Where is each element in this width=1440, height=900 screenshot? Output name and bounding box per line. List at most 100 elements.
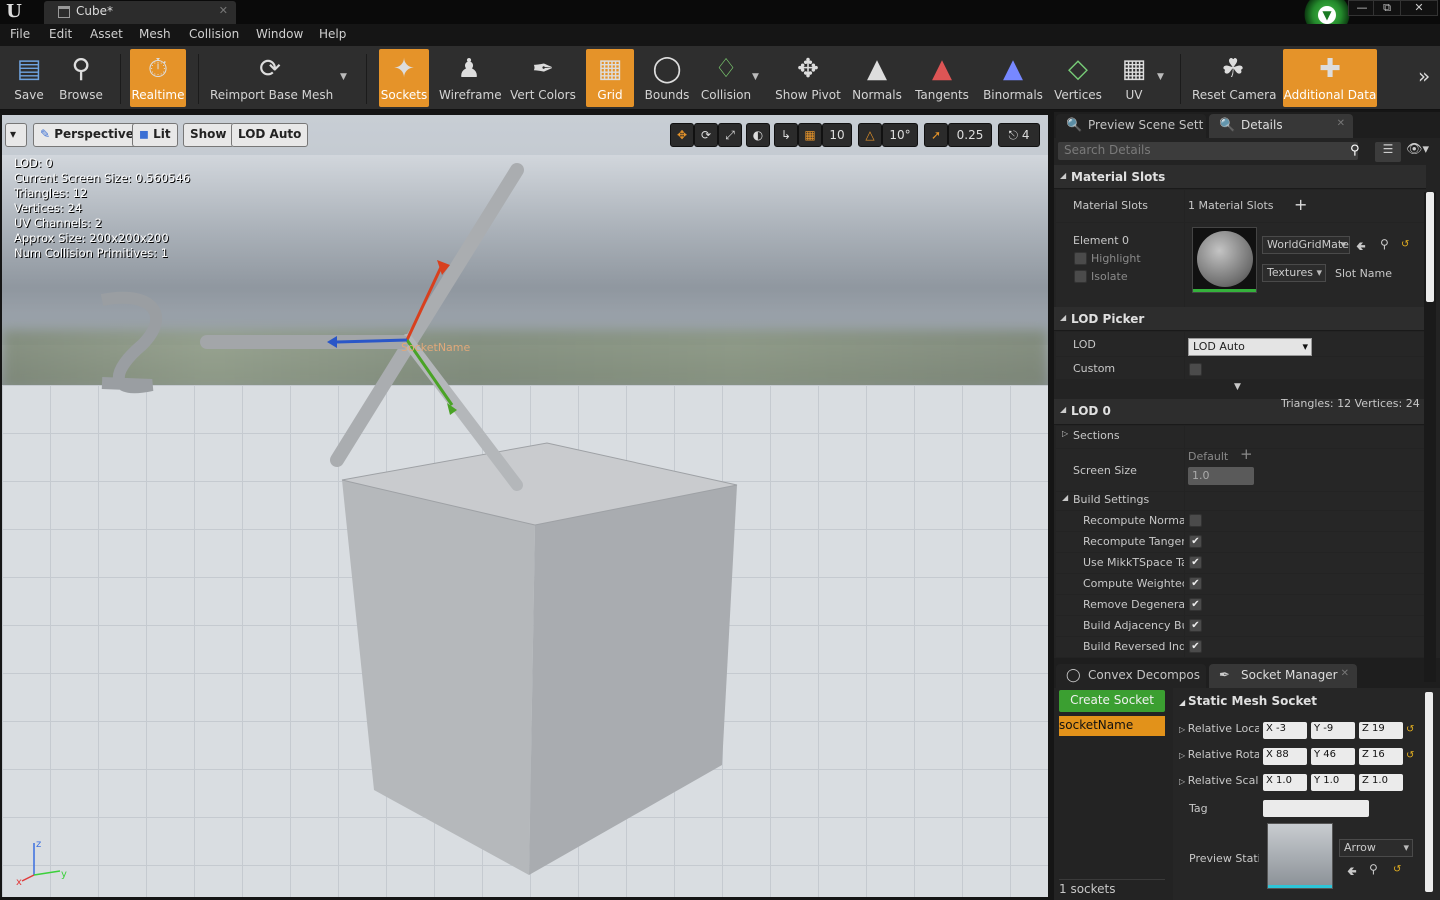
save-button[interactable]: ▤ Save — [6, 49, 52, 107]
reset-to-default-icon[interactable]: ↺ — [1401, 239, 1409, 250]
menu-collision[interactable]: Collision — [189, 27, 239, 41]
build-setting-checkbox[interactable]: ✔ — [1189, 598, 1202, 611]
tab-socket-manager[interactable]: ✒ Socket Manager ✕ — [1209, 664, 1357, 688]
view-options-icon[interactable]: 👁▾ — [1406, 142, 1429, 157]
restore-button[interactable]: ⧉ — [1373, 0, 1401, 16]
vertices-button[interactable]: ◇ Vertices — [1052, 49, 1104, 107]
preview-mesh-dropdown[interactable]: Arrow — [1339, 839, 1413, 857]
grid-button[interactable]: ▦ Grid — [586, 49, 634, 107]
rotation-z-input[interactable]: Z 16 — [1359, 748, 1403, 765]
rotation-y-input[interactable]: Y 46 — [1311, 748, 1355, 765]
reset-to-default-icon[interactable]: ↺ — [1393, 864, 1401, 875]
socket-scrollbar[interactable] — [1425, 692, 1433, 892]
relative-location-row[interactable]: ▷ Relative Location — [1179, 722, 1259, 735]
world-local-icon[interactable]: ◐ — [746, 123, 770, 147]
browse-button[interactable]: ⚲ Browse — [56, 49, 106, 107]
tab-close-icon[interactable]: ✕ — [219, 4, 228, 17]
normals-button[interactable]: ▲ Normals — [852, 49, 902, 107]
build-setting-checkbox[interactable]: ✔ — [1189, 619, 1202, 632]
menu-help[interactable]: Help — [319, 27, 346, 41]
add-material-slot-icon[interactable]: + — [1294, 195, 1307, 214]
menu-file[interactable]: File — [10, 27, 30, 41]
uv-dropdown-icon[interactable]: ▼ — [1157, 72, 1164, 82]
location-y-input[interactable]: Y -9 — [1311, 722, 1355, 739]
reimport-dropdown-icon[interactable]: ▼ — [340, 72, 347, 82]
scale-tool-icon[interactable]: ⤢ — [718, 123, 742, 147]
use-selected-asset-icon[interactable]: 🢀 — [1356, 237, 1366, 258]
lit-button[interactable]: ◼ Lit — [132, 123, 178, 147]
lod-auto-button[interactable]: LOD Auto — [231, 123, 309, 147]
build-setting-checkbox[interactable]: ✔ — [1189, 556, 1202, 569]
isolate-checkbox[interactable] — [1074, 270, 1087, 283]
search-details-input[interactable]: Search Details ⚲ — [1058, 142, 1360, 160]
build-setting-checkbox[interactable]: ✔ — [1189, 640, 1202, 653]
viewport-options-dropdown[interactable]: ▾ — [5, 123, 27, 147]
mesh-viewport[interactable]: SocketName ▾ ✎ Perspective ◼ Lit Show LO… — [2, 115, 1048, 897]
socket-list-item[interactable]: socketName — [1059, 716, 1165, 736]
vert-colors-button[interactable]: ✒ Vert Colors — [509, 49, 577, 107]
translate-tool-icon[interactable]: ✥ — [670, 123, 694, 147]
property-matrix-icon[interactable]: ☰ — [1375, 142, 1401, 162]
screen-size-input[interactable]: 1.0 — [1188, 467, 1254, 485]
sections-row[interactable]: ▷ Sections — [1056, 426, 1184, 448]
browse-asset-icon[interactable]: ⚲ — [1380, 237, 1389, 251]
build-setting-checkbox[interactable]: ✔ — [1189, 577, 1202, 590]
details-scrollbar-thumb[interactable] — [1426, 192, 1434, 302]
additional-data-button[interactable]: ✚ Additional Data — [1283, 49, 1377, 107]
scale-snap-value[interactable]: 0.25 — [948, 123, 992, 147]
location-x-input[interactable]: X -3 — [1263, 722, 1307, 739]
menu-edit[interactable]: Edit — [49, 27, 72, 41]
create-socket-button[interactable]: Create Socket — [1059, 690, 1165, 712]
tab-details[interactable]: 🔍 Details ✕ — [1209, 114, 1353, 138]
textures-dropdown[interactable]: Textures — [1262, 264, 1326, 282]
menu-mesh[interactable]: Mesh — [139, 27, 171, 41]
grid-snap-value[interactable]: 10 — [822, 123, 852, 147]
scale-z-input[interactable]: Z 1.0 — [1359, 774, 1403, 791]
minimize-button[interactable]: — — [1348, 0, 1376, 16]
wireframe-button[interactable]: ♟ Wireframe — [439, 49, 502, 107]
menu-window[interactable]: Window — [256, 27, 303, 41]
bounds-button[interactable]: ◯ Bounds — [642, 49, 692, 107]
show-pivot-button[interactable]: ✥ Show Pivot — [774, 49, 842, 107]
reimport-base-mesh-button[interactable]: ⟳ Reimport Base Mesh — [210, 49, 333, 107]
scale-x-input[interactable]: X 1.0 — [1263, 774, 1307, 791]
uv-button[interactable]: ▦ UV — [1112, 49, 1156, 107]
lod-picker-header[interactable]: LOD Picker — [1054, 307, 1426, 331]
add-screen-size-icon[interactable]: + — [1240, 445, 1253, 463]
details-scrollbar[interactable] — [1424, 192, 1436, 682]
sockets-button[interactable]: ✦ Sockets — [379, 49, 429, 107]
binormals-button[interactable]: ▲ Binormals — [982, 49, 1044, 107]
camera-speed-button[interactable]: ⎋ 4 — [998, 123, 1040, 147]
grid-snap-icon[interactable]: ▦ — [798, 123, 822, 147]
menu-asset[interactable]: Asset — [90, 27, 123, 41]
rotation-snap-icon[interactable]: △ — [858, 123, 882, 147]
build-setting-checkbox[interactable]: ✔ — [1189, 535, 1202, 548]
realtime-button[interactable]: ⏱ Realtime — [130, 49, 186, 107]
scale-snap-icon[interactable]: ➚ — [924, 123, 948, 147]
static-mesh-socket-header[interactable]: ◢ Static Mesh Socket — [1179, 694, 1317, 708]
reset-camera-button[interactable]: ☘ Reset Camera — [1192, 49, 1276, 107]
location-reset-icon[interactable]: ↺ — [1406, 724, 1414, 735]
build-settings-row[interactable]: ◢ Build Settings — [1056, 492, 1184, 510]
lod-dropdown[interactable]: LOD Auto — [1188, 338, 1312, 356]
tab-preview-scene-settings[interactable]: 🔍 Preview Scene Sett — [1056, 114, 1206, 138]
browse-asset-icon[interactable]: ⚲ — [1369, 862, 1378, 876]
custom-lod-checkbox[interactable] — [1189, 363, 1202, 376]
location-z-input[interactable]: Z 19 — [1359, 722, 1403, 739]
rotation-reset-icon[interactable]: ↺ — [1406, 750, 1414, 761]
expand-advanced-icon[interactable]: ▼ — [1234, 382, 1241, 392]
relative-rotation-row[interactable]: ▷ Relative Rotation — [1179, 748, 1259, 761]
scale-y-input[interactable]: Y 1.0 — [1311, 774, 1355, 791]
rotate-tool-icon[interactable]: ⟳ — [694, 123, 718, 147]
show-button[interactable]: Show — [183, 123, 234, 147]
rotation-x-input[interactable]: X 88 — [1263, 748, 1307, 765]
rotation-snap-value[interactable]: 10° — [882, 123, 918, 147]
collision-dropdown-icon[interactable]: ▼ — [752, 72, 759, 82]
relative-scale-row[interactable]: ▷ Relative Scale — [1179, 774, 1259, 787]
close-window-button[interactable]: ✕ — [1400, 0, 1438, 16]
tangents-button[interactable]: ▲ Tangents — [914, 49, 970, 107]
tag-input[interactable] — [1263, 800, 1369, 817]
material-dropdown[interactable]: WorldGridMate — [1262, 236, 1350, 254]
material-slots-header[interactable]: Material Slots — [1054, 165, 1426, 189]
perspective-button[interactable]: ✎ Perspective — [33, 123, 141, 147]
